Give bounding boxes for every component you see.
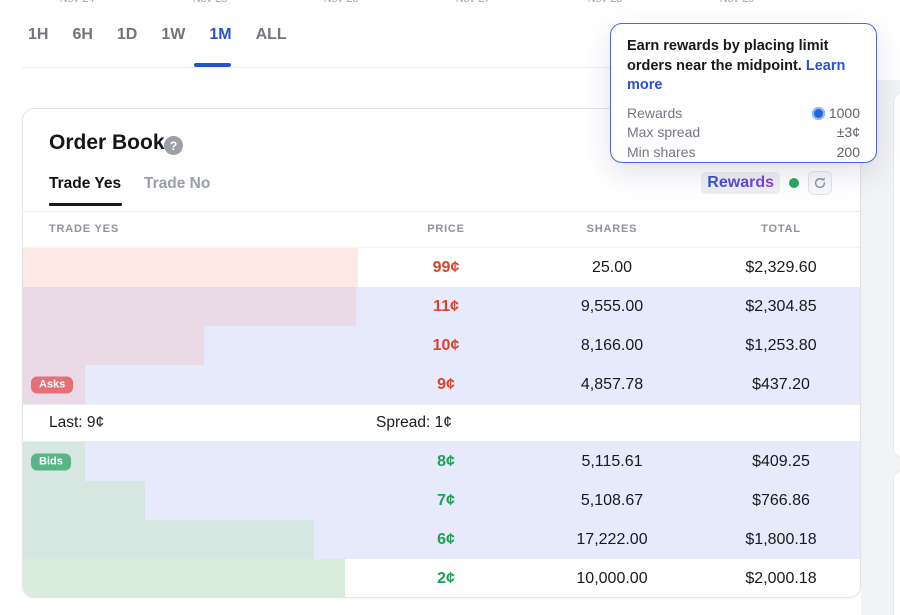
bid-row[interactable]: 7¢5,108.67$766.86: [23, 481, 860, 520]
rewards-chip-label: Rewards: [707, 174, 774, 191]
ask-row[interactable]: 11¢9,555.00$2,304.85: [23, 287, 860, 326]
ask-price: 10¢: [373, 326, 519, 365]
chart-date-label: Nov 28: [588, 0, 623, 5]
column-header-price: Price: [373, 223, 519, 235]
order-book-rows: 99¢25.00$2,329.6011¢9,555.00$2,304.8510¢…: [23, 248, 860, 598]
tooltip-row-value-text: ±3¢: [837, 123, 860, 143]
refresh-button[interactable]: [808, 171, 832, 195]
coin-icon: [812, 107, 825, 120]
bid-depth-bar: [23, 559, 345, 598]
chart-date-label: Nov 25: [193, 0, 228, 5]
bid-shares: 17,222.00: [523, 520, 701, 559]
ask-total: $2,304.85: [703, 287, 859, 326]
bid-row[interactable]: Bids 8¢5,115.61$409.25: [23, 442, 860, 481]
bid-shares: 10,000.00: [523, 559, 701, 598]
range-tab-1d[interactable]: 1D: [117, 26, 137, 44]
refresh-icon: [813, 176, 827, 190]
range-tab-all[interactable]: ALL: [256, 26, 287, 44]
last-spread-row: Last: 9¢ Spread: 1¢: [23, 404, 860, 442]
range-tab-6h[interactable]: 6H: [72, 26, 92, 44]
tooltip-row: Min shares 200: [627, 143, 860, 163]
rewards-group: Rewards: [701, 171, 832, 195]
order-book-card: Order Book ? Trade Yes Trade No Rewards …: [22, 108, 861, 598]
ask-row[interactable]: 99¢25.00$2,329.60: [23, 248, 860, 287]
ask-price: 9¢: [373, 365, 519, 404]
tooltip-row-label: Min shares: [627, 143, 695, 163]
side-panel-edge: [893, 92, 900, 458]
tooltip-row-value: ±3¢: [837, 123, 860, 143]
bid-price: 6¢: [373, 520, 519, 559]
ask-depth-bar: [23, 326, 204, 365]
tooltip-row-label: Max spread: [627, 123, 700, 143]
ask-depth-bar: [23, 287, 356, 326]
bid-depth-bar: [23, 481, 145, 520]
tooltip-row-value: 200: [837, 143, 860, 163]
bid-shares: 5,108.67: [523, 481, 701, 520]
active-tab-underline: [49, 203, 122, 206]
ask-row[interactable]: Asks 9¢4,857.78$437.20: [23, 365, 860, 404]
range-tab-1h[interactable]: 1H: [28, 26, 48, 44]
last-price-label: Last: 9¢: [49, 414, 104, 432]
ask-total: $437.20: [703, 365, 859, 404]
page: Nov 24 Nov 25 Nov 26 Nov 27 Nov 28 Nov 29 1H 6…: [0, 0, 900, 615]
bid-total: $1,800.18: [703, 520, 859, 559]
ask-shares: 9,555.00: [523, 287, 701, 326]
range-tab-1w[interactable]: 1W: [161, 26, 185, 44]
tab-trade-no[interactable]: Trade No: [144, 175, 210, 193]
bid-price: 8¢: [373, 442, 519, 481]
bids-badge: Bids: [31, 453, 71, 470]
ask-price: 99¢: [373, 248, 519, 287]
spread-label: Spread: 1¢: [376, 414, 452, 432]
column-header-trade-yes: Trade Yes: [49, 223, 119, 235]
tooltip-row-value-text: 200: [837, 143, 860, 163]
bid-total: $409.25: [703, 442, 859, 481]
bid-total: $2,000.18: [703, 559, 859, 598]
time-range-tabs: 1H 6H 1D 1W 1M ALL: [28, 26, 287, 44]
bid-depth-bar: [23, 520, 314, 559]
column-header-total: Total: [703, 223, 859, 235]
tooltip-row: Max spread ±3¢: [627, 123, 860, 143]
tooltip-row-value: 1000: [812, 104, 860, 124]
ask-row[interactable]: 10¢8,166.00$1,253.80: [23, 326, 860, 365]
tooltip-message-text: Earn rewards by placing limit orders nea…: [627, 38, 828, 74]
ask-total: $1,253.80: [703, 326, 859, 365]
bid-row[interactable]: 6¢17,222.00$1,800.18: [23, 520, 860, 559]
active-range-underline: [194, 63, 231, 67]
tooltip-message: Earn rewards by placing limit orders nea…: [627, 37, 860, 96]
ask-shares: 4,857.78: [523, 365, 701, 404]
chart-date-label: Nov 27: [456, 0, 491, 5]
ask-total: $2,329.60: [703, 248, 859, 287]
help-icon[interactable]: ?: [164, 136, 183, 155]
side-panel-edge: [893, 470, 900, 615]
ask-shares: 25.00: [523, 248, 701, 287]
chart-date-label: Nov 29: [720, 0, 755, 5]
table-header: Trade Yes Price SharesTotal: [23, 212, 860, 248]
bid-price: 2¢: [373, 559, 519, 598]
bid-total: $766.86: [703, 481, 859, 520]
chart-date-label: Nov 24: [60, 0, 95, 5]
ask-price: 11¢: [373, 287, 519, 326]
ask-depth-bar: [23, 248, 358, 287]
asks-badge: Asks: [31, 376, 73, 393]
tooltip-row: Rewards 1000: [627, 104, 860, 124]
bid-price: 7¢: [373, 481, 519, 520]
tab-trade-yes[interactable]: Trade Yes: [49, 175, 121, 193]
bid-shares: 5,115.61: [523, 442, 701, 481]
tooltip-info-rows: Rewards 1000 Max spread ±3¢ Min shares 200: [627, 104, 860, 163]
bid-row[interactable]: 2¢10,000.00$2,000.18: [23, 559, 860, 598]
range-tab-1m[interactable]: 1M: [209, 26, 231, 44]
tooltip-row-value-text: 1000: [829, 104, 860, 124]
column-header-shares: Shares: [523, 223, 701, 235]
rewards-chip[interactable]: Rewards: [701, 172, 780, 194]
status-dot-icon: [789, 178, 799, 188]
tooltip-row-label: Rewards: [627, 104, 682, 124]
chart-date-label: Nov 26: [324, 0, 359, 5]
order-book-title: Order Book: [49, 131, 165, 155]
rewards-tooltip: Earn rewards by placing limit orders nea…: [610, 23, 877, 163]
ask-shares: 8,166.00: [523, 326, 701, 365]
